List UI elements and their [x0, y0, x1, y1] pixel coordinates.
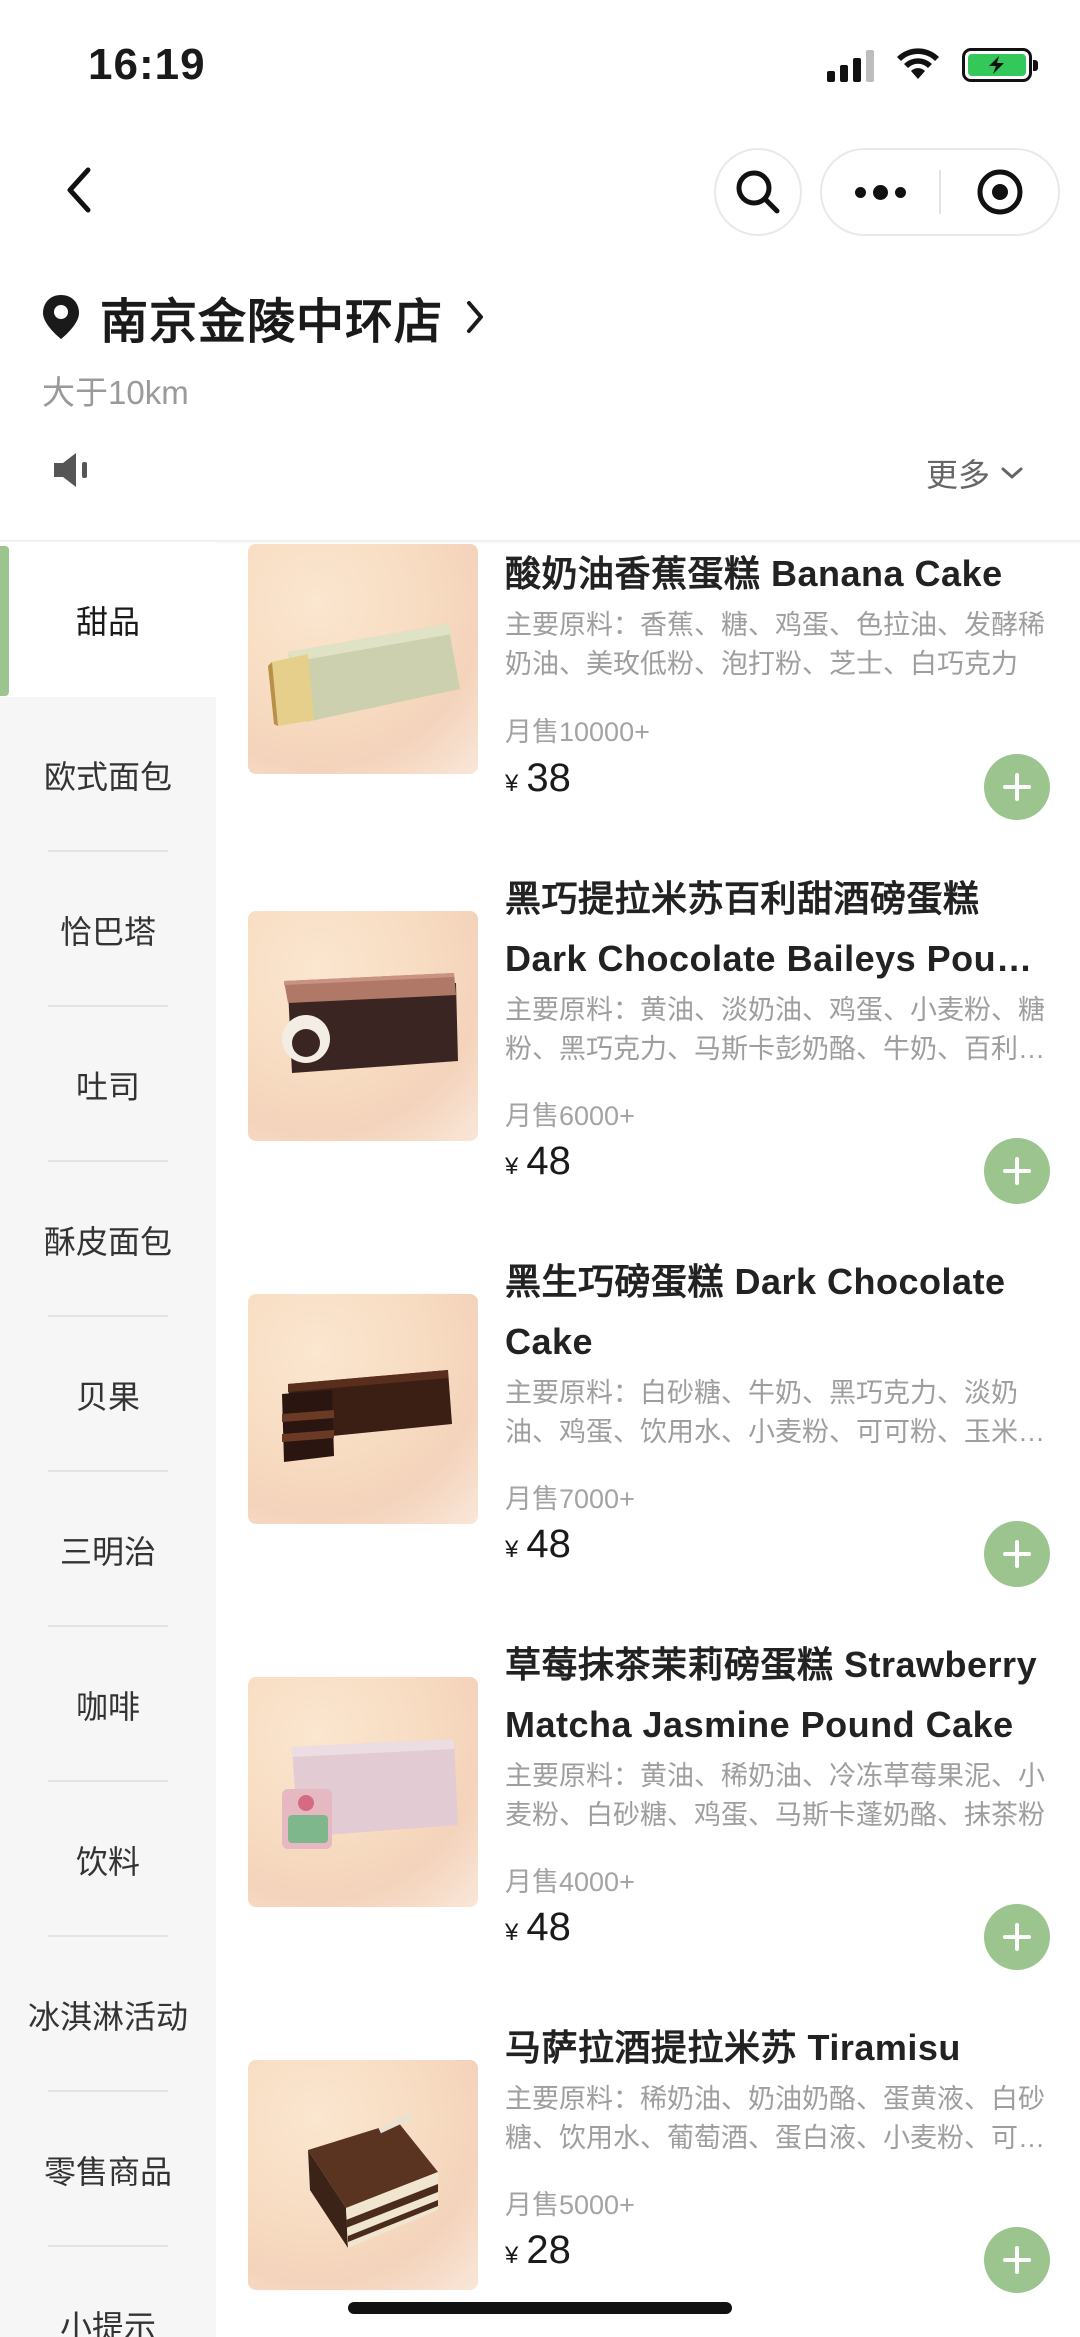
- category-label: 小提示: [59, 2308, 156, 2337]
- wifi-icon: [897, 48, 939, 79]
- price-value: 28: [526, 2228, 571, 2272]
- product-name: 黑巧提拉米苏百利甜酒磅蛋糕 Dark Chocolate Baileys Pou…: [505, 878, 1042, 979]
- category-item-toast[interactable]: 吐司: [0, 1007, 216, 1162]
- currency-symbol: ¥: [505, 770, 519, 797]
- category-item-drinks[interactable]: 饮料: [0, 1782, 216, 1937]
- announcement-button[interactable]: [50, 450, 94, 495]
- chevron-left-icon: [67, 167, 91, 213]
- product-monthly-sales: 月售6000+: [505, 1101, 635, 1131]
- category-label: 零售商品: [43, 2153, 172, 2190]
- product-monthly-sales: 月售7000+: [505, 1484, 635, 1514]
- category-label: 甜品: [75, 603, 140, 640]
- plus-icon: [1003, 773, 1031, 801]
- category-label: 咖啡: [75, 1688, 140, 1725]
- add-to-cart-button[interactable]: [984, 1138, 1050, 1204]
- plus-icon: [1003, 1540, 1031, 1568]
- product-ingredients: 主要原料：香蕉、糖、鸡蛋、色拉油、发酵稀奶油、美玫低粉、泡打粉、芝士、白巧克力: [505, 610, 1045, 679]
- price-value: 48: [526, 1905, 571, 1949]
- product-name: 酸奶油香蕉蛋糕 Banana Cake: [505, 553, 1003, 594]
- battery-icon: [962, 48, 1038, 82]
- currency-symbol: ¥: [505, 2242, 519, 2269]
- product-ingredients: 主要原料：黄油、稀奶油、冷冻草莓果泥、小麦粉、白砂糖、鸡蛋、马斯卡蓬奶酪、抹茶粉: [505, 1761, 1045, 1830]
- add-to-cart-button[interactable]: [984, 1904, 1050, 1970]
- category-item-pastry-bread[interactable]: 酥皮面包: [0, 1162, 216, 1317]
- category-item-coffee[interactable]: 咖啡: [0, 1627, 216, 1782]
- currency-symbol: ¥: [505, 1919, 519, 1946]
- product-image: [248, 1677, 478, 1907]
- store-name: 南京金陵中环店: [100, 296, 444, 349]
- product-list: 酸奶油香蕉蛋糕 Banana Cake 主要原料：香蕉、糖、鸡蛋、色拉油、发酵稀…: [216, 542, 1080, 2337]
- product-ingredients: 主要原料：黄油、淡奶油、鸡蛋、小麦粉、糖粉、黑巧克力、马斯卡彭奶酪、牛奶、百利甜…: [505, 995, 1045, 1064]
- status-bar: 16:19: [0, 0, 1080, 130]
- plus-icon: [1003, 2246, 1031, 2274]
- category-label: 吐司: [75, 1068, 140, 1105]
- more-dots-icon: [855, 184, 906, 200]
- category-item-retail[interactable]: 零售商品: [0, 2092, 216, 2247]
- search-button[interactable]: [714, 148, 802, 236]
- category-label: 三明治: [59, 1533, 156, 1570]
- product-price: ¥38: [505, 756, 571, 801]
- category-item-ciabatta[interactable]: 恰巴塔: [0, 852, 216, 1007]
- currency-symbol: ¥: [505, 1153, 519, 1180]
- product-image: [248, 2060, 478, 2290]
- product-name: 草莓抹茶茉莉磅蛋糕 Strawberry Matcha Jasmine Poun…: [505, 1644, 1038, 1745]
- product-price: ¥48: [505, 1522, 571, 1567]
- category-item-sandwich[interactable]: 三明治: [0, 1472, 216, 1627]
- price-value: 48: [526, 1522, 571, 1566]
- category-item-european-bread[interactable]: 欧式面包: [0, 697, 216, 852]
- product-ingredients: 主要原料：白砂糖、牛奶、黑巧克力、淡奶油、鸡蛋、饮用水、小麦粉、可可粉、玉米淀粉: [505, 1378, 1045, 1447]
- target-close-icon: [977, 169, 1022, 215]
- product-price: ¥28: [505, 2228, 571, 2273]
- location-pin-icon: [43, 295, 79, 339]
- product-image: [248, 544, 478, 774]
- plus-icon: [1003, 1157, 1031, 1185]
- category-label: 恰巴塔: [59, 913, 156, 950]
- plus-icon: [1003, 1923, 1031, 1951]
- add-to-cart-button[interactable]: [984, 754, 1050, 820]
- price-value: 48: [526, 1139, 571, 1183]
- category-label: 贝果: [75, 1378, 140, 1415]
- search-icon: [736, 170, 780, 214]
- back-button[interactable]: [56, 160, 106, 220]
- add-to-cart-button[interactable]: [984, 2227, 1050, 2293]
- store-selector[interactable]: 南京金陵中环店: [40, 282, 485, 352]
- product-monthly-sales: 月售4000+: [505, 1867, 635, 1897]
- close-miniprogram-button[interactable]: [941, 150, 1058, 234]
- add-to-cart-button[interactable]: [984, 1521, 1050, 1587]
- category-item-desserts[interactable]: 甜品: [0, 542, 216, 697]
- speaker-icon: [54, 453, 87, 487]
- product-image: [248, 1294, 478, 1524]
- product-monthly-sales: 月售10000+: [505, 717, 650, 747]
- chevron-right-icon: [467, 301, 484, 333]
- chevron-down-icon: [1001, 467, 1023, 479]
- category-sidebar: 甜品 欧式面包 恰巴塔 吐司 酥皮面包 贝果 三明治 咖啡 饮料 冰淇淋活动 零…: [0, 542, 216, 2337]
- miniprogram-capsule: [820, 148, 1060, 236]
- category-label: 酥皮面包: [43, 1223, 172, 1260]
- cellular-signal-icon: [827, 48, 874, 82]
- store-distance: 大于10km: [42, 374, 189, 411]
- more-label: 更多: [925, 457, 990, 493]
- category-label: 饮料: [75, 1843, 140, 1880]
- category-label: 冰淇淋活动: [27, 1998, 188, 2035]
- category-label: 欧式面包: [43, 758, 172, 795]
- product-price: ¥48: [505, 1905, 571, 1950]
- more-dropdown[interactable]: 更多: [926, 450, 1024, 496]
- price-value: 38: [526, 756, 571, 800]
- product-image: [248, 911, 478, 1141]
- home-indicator[interactable]: [348, 2302, 732, 2314]
- product-price: ¥48: [505, 1139, 571, 1184]
- category-item-tips[interactable]: 小提示: [0, 2247, 216, 2337]
- product-monthly-sales: 月售5000+: [505, 2190, 635, 2220]
- product-ingredients: 主要原料：稀奶油、奶油奶酪、蛋黄液、白砂糖、饮用水、葡萄酒、蛋白液、小麦粉、可可…: [505, 2084, 1045, 2153]
- category-item-bagel[interactable]: 贝果: [0, 1317, 216, 1472]
- category-item-ice-cream-event[interactable]: 冰淇淋活动: [0, 1937, 216, 2092]
- more-options-button[interactable]: [822, 150, 939, 234]
- product-name: 黑生巧磅蛋糕 Dark Chocolate Cake: [505, 1261, 1006, 1362]
- status-icons: [827, 48, 1038, 82]
- currency-symbol: ¥: [505, 1536, 519, 1563]
- status-time: 16:19: [88, 40, 206, 89]
- product-name: 马萨拉酒提拉米苏 Tiramisu: [505, 2027, 961, 2068]
